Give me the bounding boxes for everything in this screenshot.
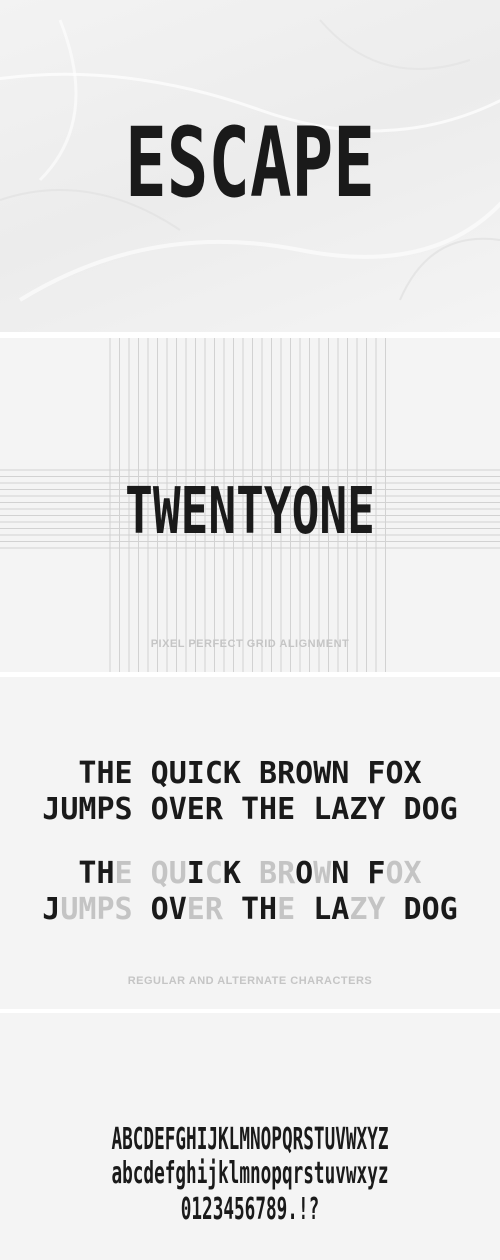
pangram-panel: THE QUICK BROWN FOX JUMPS OVER THE LAZY …	[0, 677, 500, 1009]
grid-caption: PIXEL PERFECT GRID ALIGNMENT	[150, 638, 350, 650]
alternate-segment: N	[331, 856, 368, 891]
charset-panel: ABCDEFGHIJKLMNOPQRSTUVWXYZ abcdefghijklm…	[0, 1013, 500, 1260]
pangram-regular-line-2: JUMPS OVER THE LAZY DOG	[42, 792, 458, 827]
alternate-segment: J	[42, 892, 61, 927]
grid-word: TWENTYONE	[125, 475, 375, 549]
alternate-segment: X	[403, 856, 422, 891]
alternate-segment: E	[114, 856, 151, 891]
alternate-segment: TH	[78, 856, 115, 891]
hero-panel: ESCAPE	[0, 0, 500, 332]
charset-uppercase: ABCDEFGHIJKLMNOPQRSTUVWXYZ	[111, 1122, 389, 1157]
pangram-alternate-line-2: JUMPS OVER THE LAZY DOG	[0, 893, 500, 927]
grid-panel: TWENTYONE PIXEL PERFECT GRID ALIGNMENT	[0, 338, 500, 672]
alternate-segment: BR	[259, 856, 296, 891]
charset-lowercase: abcdefghijklmnopqrstuvwxyz	[111, 1156, 389, 1191]
alternate-segment: K	[222, 856, 260, 891]
pangram-alternate-line-1: THE QUICK BROWN FOX	[0, 857, 500, 891]
alternate-segment: F	[367, 856, 386, 891]
alternate-segment: ZY	[349, 892, 386, 927]
charset-numerals: 0123456789.!?	[180, 1192, 320, 1227]
alternate-segment: LA	[313, 892, 350, 927]
alternate-segment: E	[277, 892, 314, 927]
hero-title: ESCAPE	[125, 107, 375, 219]
alternate-segment: OV	[150, 892, 187, 927]
alternate-segment: UMPS	[60, 892, 151, 927]
alternate-segment: TH	[240, 892, 278, 927]
alternate-segment: O	[295, 856, 314, 891]
alternate-segment: DOG	[385, 892, 458, 927]
alternate-segment: QU	[150, 856, 187, 891]
pangram-regular-line-1: THE QUICK BROWN FOX	[78, 756, 422, 791]
alternate-segment: ER	[186, 892, 241, 927]
alternate-segment: W	[313, 856, 332, 891]
alternate-segment: I	[186, 856, 205, 891]
alternate-segment: O	[385, 856, 404, 891]
alternate-segment: C	[204, 856, 223, 891]
pangram-caption: REGULAR AND ALTERNATE CHARACTERS	[127, 975, 373, 987]
